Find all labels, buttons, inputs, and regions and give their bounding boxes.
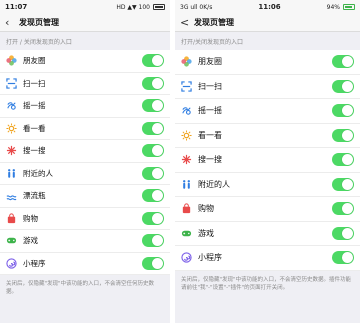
list-item-label: 小程序 xyxy=(198,253,222,263)
list-item: 扫一扫 xyxy=(0,73,170,95)
list-item-label: 游戏 xyxy=(23,236,38,246)
toggle-switch[interactable] xyxy=(332,79,354,93)
games-icon xyxy=(181,228,192,239)
discover-entry-list: 朋友圈扫一扫摇一摇看一看搜一搜附近的人漂流瓶购物游戏小程序 xyxy=(0,50,170,275)
people-nearby-icon xyxy=(6,168,17,179)
list-item: 购物 xyxy=(0,208,170,230)
list-item: 小程序 xyxy=(175,246,360,271)
list-item: 朋友圈 xyxy=(0,50,170,73)
toggle-switch[interactable] xyxy=(332,128,354,142)
mini-programs-icon xyxy=(6,258,17,269)
left-screen: 11:07 HD ▲▼ 100 ‹ 发现页管理 打开 / 关闭发现页的入口 朋友… xyxy=(0,0,170,323)
games-icon xyxy=(6,235,17,246)
section-label: 打开/关闭发现页的入口 xyxy=(181,38,244,46)
status-bar: 11:07 HD ▲▼ 100 xyxy=(0,0,170,14)
list-item-label: 扫一扫 xyxy=(23,78,46,88)
list-item-label: 搜一搜 xyxy=(198,155,222,165)
back-button[interactable]: < xyxy=(180,17,194,28)
list-item: 扫一扫 xyxy=(175,75,360,99)
list-item: 看一看 xyxy=(0,118,170,140)
right-screen: 3G ull 0K/s 11:06 94% < 发现页管理 打开/关闭发现页的入… xyxy=(175,0,360,323)
search-icon xyxy=(6,145,17,156)
moments-icon xyxy=(6,55,17,66)
nav-bar: ‹ 发现页管理 xyxy=(0,14,170,32)
nav-bar: < 发现页管理 xyxy=(175,14,360,32)
toggle-switch[interactable] xyxy=(142,234,164,248)
top-stories-icon xyxy=(181,130,192,141)
toggle-switch[interactable] xyxy=(142,99,164,113)
toggle-switch[interactable] xyxy=(332,55,354,69)
list-item-label: 附近的人 xyxy=(198,179,230,189)
footer-note: 关闭后，仅隐藏"发现"中该功能的入口，不会清空历史数据。插件功能请前往"我"-"… xyxy=(181,276,352,291)
list-item-label: 小程序 xyxy=(23,258,46,268)
page-title: 发现页管理 xyxy=(194,18,234,27)
toggle-switch[interactable] xyxy=(142,189,164,203)
list-item: 游戏 xyxy=(175,222,360,246)
status-bar: 3G ull 0K/s 11:06 94% xyxy=(175,0,360,14)
shake-icon xyxy=(6,100,17,111)
list-item-label: 扫一扫 xyxy=(198,81,222,91)
toggle-switch[interactable] xyxy=(142,144,164,158)
list-item-label: 朋友圈 xyxy=(198,57,222,67)
people-nearby-icon xyxy=(181,179,192,190)
list-item-label: 看一看 xyxy=(198,130,222,140)
status-network: 3G ull 0K/s xyxy=(180,3,213,11)
list-item-label: 朋友圈 xyxy=(23,56,46,66)
list-item: 搜一搜 xyxy=(0,140,170,163)
toggle-switch[interactable] xyxy=(142,54,164,68)
toggle-switch[interactable] xyxy=(332,226,354,240)
status-time: 11:06 xyxy=(258,3,281,11)
list-item: 附近的人 xyxy=(0,163,170,185)
back-button[interactable]: ‹ xyxy=(5,17,19,28)
page-title: 发现页管理 xyxy=(19,18,59,27)
list-item-label: 看一看 xyxy=(23,123,46,133)
toggle-switch[interactable] xyxy=(142,76,164,90)
mini-programs-icon xyxy=(181,252,192,263)
top-stories-icon xyxy=(6,123,17,134)
list-item: 看一看 xyxy=(175,124,360,148)
list-item: 摇一摇 xyxy=(0,95,170,118)
toggle-switch[interactable] xyxy=(142,256,164,270)
list-item-label: 摇一摇 xyxy=(23,101,46,111)
footer-note: 关闭后，仅隐藏"发现"中该功能的入口，不会清空任何历史数据。 xyxy=(6,281,155,295)
status-battery-text: 94% xyxy=(326,3,340,11)
list-item: 游戏 xyxy=(0,230,170,253)
list-item-label: 漂流瓶 xyxy=(23,191,46,201)
shake-icon xyxy=(181,105,192,116)
toggle-switch[interactable] xyxy=(332,104,354,118)
list-item: 摇一摇 xyxy=(175,99,360,124)
shopping-icon xyxy=(181,203,192,214)
moments-icon xyxy=(181,56,192,67)
list-item-label: 附近的人 xyxy=(23,168,53,178)
toggle-switch[interactable] xyxy=(142,166,164,180)
list-item-label: 摇一摇 xyxy=(198,106,222,116)
battery-icon xyxy=(343,4,355,10)
toggle-switch[interactable] xyxy=(142,121,164,135)
section-label: 打开 / 关闭发现页的入口 xyxy=(6,38,72,46)
status-time: 11:07 xyxy=(5,3,28,11)
list-item: 购物 xyxy=(175,197,360,222)
toggle-switch[interactable] xyxy=(142,211,164,225)
list-item-label: 游戏 xyxy=(198,228,214,238)
list-item-label: 购物 xyxy=(198,204,214,214)
list-item: 朋友圈 xyxy=(175,50,360,75)
shopping-icon xyxy=(6,213,17,224)
toggle-switch[interactable] xyxy=(332,153,354,167)
scan-icon xyxy=(181,81,192,92)
battery-icon xyxy=(153,4,165,10)
toggle-switch[interactable] xyxy=(332,177,354,191)
list-item: 附近的人 xyxy=(175,173,360,197)
toggle-switch[interactable] xyxy=(332,202,354,216)
list-item: 小程序 xyxy=(0,253,170,275)
list-item: 搜一搜 xyxy=(175,148,360,173)
list-item: 漂流瓶 xyxy=(0,185,170,208)
list-item-label: 搜一搜 xyxy=(23,146,46,156)
search-icon xyxy=(181,154,192,165)
scan-icon xyxy=(6,78,17,89)
toggle-switch[interactable] xyxy=(332,251,354,265)
list-item-label: 购物 xyxy=(23,213,38,223)
discover-entry-list: 朋友圈扫一扫摇一摇看一看搜一搜附近的人购物游戏小程序 xyxy=(175,50,360,271)
status-indicators: HD ▲▼ 100 xyxy=(116,3,150,11)
drift-bottle-icon xyxy=(6,190,17,201)
